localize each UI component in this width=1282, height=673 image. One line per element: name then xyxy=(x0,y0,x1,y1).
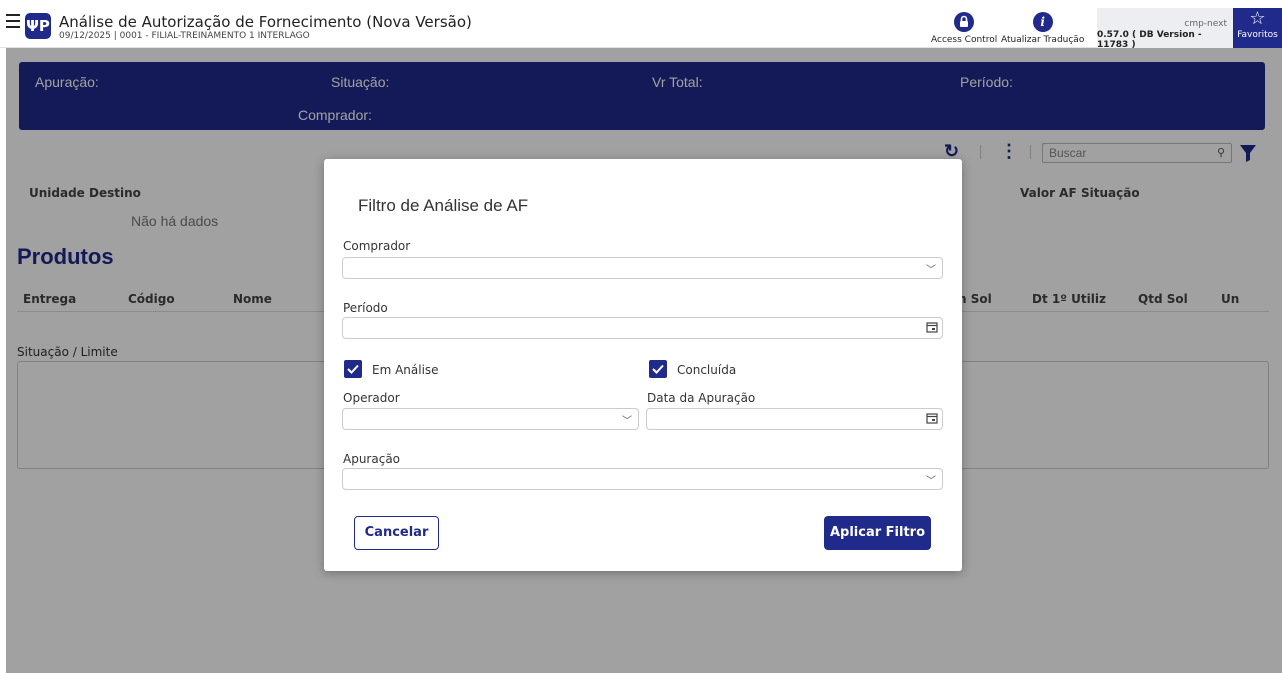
favoritos-label: Favoritos xyxy=(1237,30,1278,40)
cancel-button[interactable]: Cancelar xyxy=(354,516,439,550)
calendar-icon[interactable] xyxy=(926,321,938,333)
comprador-field-label: Comprador xyxy=(343,239,411,253)
operador-field-label: Operador xyxy=(343,391,400,405)
version-panel: cmp-next 0.57.0 ( DB Version - 11783 ) xyxy=(1097,8,1233,50)
filter-dialog: Filtro de Análise de AF Comprador ﹀ Perí… xyxy=(324,159,962,571)
chevron-down-icon: ﹀ xyxy=(926,265,936,276)
operador-select[interactable]: ﹀ xyxy=(342,408,639,430)
info-icon: i xyxy=(1032,12,1053,32)
env-label: cmp-next xyxy=(1184,19,1227,29)
lock-icon xyxy=(954,12,975,32)
chevron-down-icon: ﹀ xyxy=(926,476,936,487)
top-bar: ΨΡ Análise de Autorização de Forneciment… xyxy=(0,0,1282,50)
app-logo: ΨΡ xyxy=(25,13,51,39)
access-control-label: Access Control xyxy=(931,35,998,45)
check-icon xyxy=(347,364,359,374)
page-subtitle: 09/12/2025 | 0001 - FILIAL-TREINAMENTO 1… xyxy=(59,31,310,41)
page-edge xyxy=(0,48,6,673)
periodo-date-input[interactable] xyxy=(342,317,943,339)
comprador-select[interactable]: ﹀ xyxy=(342,257,943,279)
star-icon: ☆ xyxy=(1249,8,1266,29)
em-analise-checkbox[interactable] xyxy=(344,360,362,378)
access-control-button[interactable]: Access Control xyxy=(931,12,997,45)
em-analise-label: Em Análise xyxy=(372,363,439,377)
periodo-field-label: Período xyxy=(343,301,388,315)
check-icon xyxy=(652,364,664,374)
chevron-down-icon: ﹀ xyxy=(622,416,632,427)
apuracao-field-label: Apuração xyxy=(343,452,401,466)
page-title: Análise de Autorização de Fornecimento (… xyxy=(59,13,472,31)
calendar-icon[interactable] xyxy=(926,412,938,424)
apply-filter-button[interactable]: Aplicar Filtro xyxy=(824,516,931,550)
menu-icon[interactable] xyxy=(6,14,20,28)
data-apuracao-date-input[interactable] xyxy=(646,408,943,430)
apuracao-select[interactable]: ﹀ xyxy=(342,468,943,490)
atualizar-traducao-label: Atualizar Tradução xyxy=(1001,35,1085,45)
atualizar-traducao-button[interactable]: i Atualizar Tradução xyxy=(1001,12,1084,45)
favoritos-button[interactable]: ☆ Favoritos xyxy=(1233,8,1282,48)
version-label: 0.57.0 ( DB Version - 11783 ) xyxy=(1097,30,1202,50)
concluida-checkbox[interactable] xyxy=(649,360,667,378)
data-apuracao-field-label: Data da Apuração xyxy=(647,391,756,405)
dialog-title: Filtro de Análise de AF xyxy=(358,196,529,215)
concluida-label: Concluída xyxy=(677,363,737,377)
